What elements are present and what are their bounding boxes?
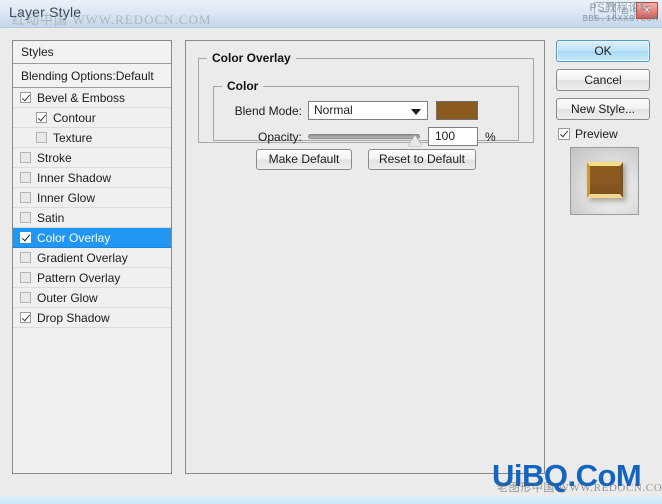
- cancel-button[interactable]: Cancel: [556, 69, 650, 91]
- style-checkbox[interactable]: [20, 252, 31, 263]
- window-controls: — □ ✕: [594, 2, 658, 19]
- style-label: Pattern Overlay: [37, 270, 121, 285]
- style-row[interactable]: Pattern Overlay: [13, 268, 171, 288]
- dialog-body: Styles Blending Options:Default Bevel & …: [0, 28, 662, 496]
- blend-mode-row: Blend Mode: Normal: [214, 101, 518, 120]
- preview-toggle-row[interactable]: Preview: [558, 127, 651, 141]
- style-label: Color Overlay: [37, 230, 111, 245]
- style-row[interactable]: Gradient Overlay: [13, 248, 171, 268]
- style-label: Bevel & Emboss: [37, 90, 126, 105]
- minimize-button[interactable]: —: [594, 2, 614, 19]
- preview-checkbox[interactable]: [558, 128, 570, 140]
- overlay-color-swatch[interactable]: [436, 101, 478, 120]
- style-label: Satin: [37, 210, 65, 225]
- style-row[interactable]: Texture: [13, 128, 171, 148]
- style-row[interactable]: Color Overlay: [13, 228, 171, 248]
- window-title: Layer Style: [9, 4, 82, 20]
- style-row[interactable]: Stroke: [13, 148, 171, 168]
- layer-style-dialog: Layer Style 红动中国 WWW.REDOCN.COM — □ ✕ PS…: [0, 0, 662, 504]
- color-overlay-group: Color Overlay Color Blend Mode: Normal O…: [198, 51, 534, 146]
- blend-mode-label: Blend Mode:: [234, 103, 302, 118]
- styles-list: Bevel & Emboss Contour Texture Stroke Inner …: [13, 88, 171, 328]
- default-buttons-row: Make Default Reset to Default: [198, 149, 534, 170]
- opacity-slider-thumb[interactable]: [408, 135, 422, 146]
- styles-header: Styles: [13, 41, 171, 64]
- right-button-column: OK Cancel New Style... Preview: [556, 40, 651, 215]
- style-row[interactable]: Bevel & Emboss: [13, 88, 171, 108]
- blending-options-row[interactable]: Blending Options:Default: [13, 64, 171, 88]
- close-button[interactable]: ✕: [636, 2, 658, 19]
- color-group: Color Blend Mode: Normal Opacity: 100 %: [213, 79, 519, 146]
- style-row[interactable]: Outer Glow: [13, 288, 171, 308]
- opacity-row: Opacity: 100 %: [214, 127, 518, 146]
- opacity-input[interactable]: 100: [428, 127, 478, 146]
- styles-panel: Styles Blending Options:Default Bevel & …: [12, 40, 172, 474]
- style-checkbox[interactable]: [36, 112, 47, 123]
- chevron-down-icon: [411, 109, 421, 115]
- color-group-title: Color: [227, 79, 259, 93]
- style-checkbox[interactable]: [20, 312, 31, 323]
- style-label: Inner Glow: [37, 190, 96, 205]
- style-checkbox[interactable]: [20, 232, 31, 243]
- preview-thumbnail-shape: [587, 162, 623, 198]
- style-checkbox[interactable]: [36, 132, 47, 143]
- style-label: Gradient Overlay: [37, 250, 128, 265]
- opacity-label: Opacity:: [257, 129, 302, 144]
- style-checkbox[interactable]: [20, 212, 31, 223]
- opacity-unit: %: [485, 129, 496, 144]
- style-row[interactable]: Inner Glow: [13, 188, 171, 208]
- make-default-button[interactable]: Make Default: [256, 149, 352, 170]
- style-row[interactable]: Inner Shadow: [13, 168, 171, 188]
- style-row[interactable]: Satin: [13, 208, 171, 228]
- style-label: Outer Glow: [37, 290, 98, 305]
- preview-thumbnail: [570, 147, 639, 215]
- style-checkbox[interactable]: [20, 292, 31, 303]
- style-row[interactable]: Drop Shadow: [13, 308, 171, 328]
- style-checkbox[interactable]: [20, 172, 31, 183]
- style-checkbox[interactable]: [20, 192, 31, 203]
- blend-mode-value: Normal: [314, 103, 353, 117]
- style-checkbox[interactable]: [20, 272, 31, 283]
- ok-button[interactable]: OK: [556, 40, 650, 62]
- style-label: Inner Shadow: [37, 170, 112, 185]
- new-style-button[interactable]: New Style...: [556, 98, 650, 120]
- settings-panel: Color Overlay Color Blend Mode: Normal O…: [185, 40, 545, 474]
- style-label: Drop Shadow: [37, 310, 110, 325]
- style-checkbox[interactable]: [20, 92, 31, 103]
- style-row[interactable]: Contour: [13, 108, 171, 128]
- opacity-slider-track: [308, 134, 420, 139]
- title-bar: Layer Style 红动中国 WWW.REDOCN.COM — □ ✕ PS…: [0, 0, 662, 28]
- preview-label: Preview: [575, 127, 618, 141]
- opacity-slider[interactable]: [308, 127, 422, 146]
- style-checkbox[interactable]: [20, 152, 31, 163]
- style-label: Contour: [53, 110, 96, 125]
- reset-to-default-button[interactable]: Reset to Default: [368, 149, 476, 170]
- bottom-strip: [0, 496, 662, 504]
- style-label: Texture: [53, 130, 93, 145]
- blend-mode-select[interactable]: Normal: [308, 101, 428, 120]
- maximize-button[interactable]: □: [615, 2, 635, 19]
- style-label: Stroke: [37, 150, 72, 165]
- color-overlay-group-title: Color Overlay: [212, 51, 291, 65]
